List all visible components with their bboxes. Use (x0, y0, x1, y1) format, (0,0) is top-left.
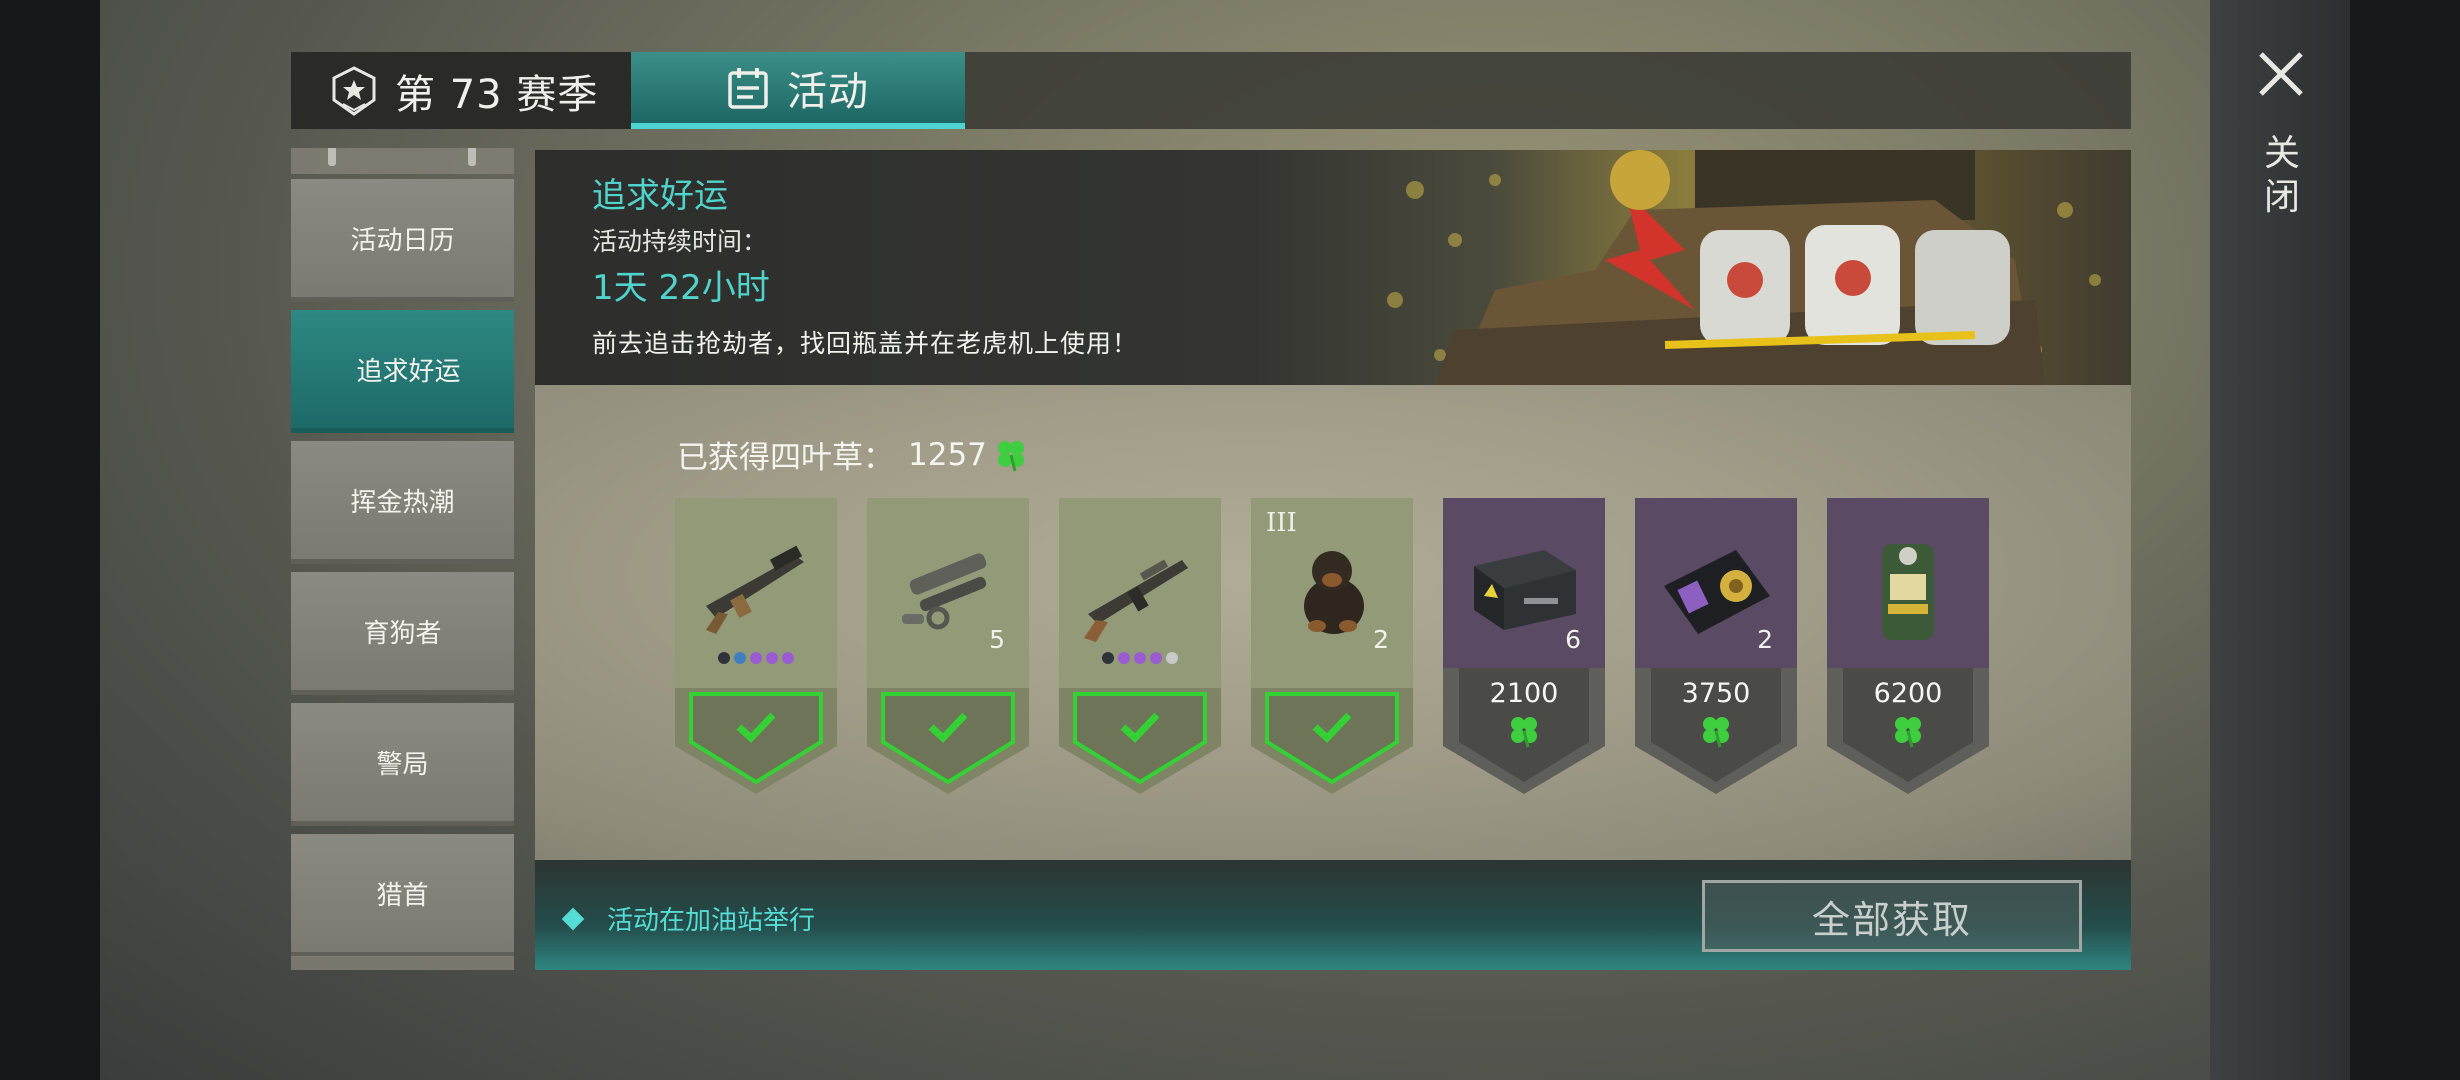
four-leaf-clover-icon (997, 440, 1024, 471)
diamond-bullet-icon (561, 907, 585, 930)
event-description: 前去追击抢劫者，找回瓶盖并在老虎机上使用！ (592, 329, 1139, 358)
reward-price: 3750 (1681, 678, 1751, 709)
sidebar-item-dog-breeder[interactable]: 育狗者 (291, 572, 514, 695)
season-badge-icon (332, 65, 376, 116)
sidebar-item-spending-spree[interactable]: 挥金热潮 (291, 441, 514, 564)
rarity-dots (1059, 652, 1221, 664)
event-title: 追求好运 (592, 176, 728, 216)
sidebar-item-pursue-luck[interactable]: 追求好运 (291, 310, 514, 433)
sidebar-item-headhunter[interactable]: 猎首 (291, 834, 514, 957)
close-icon (2259, 52, 2303, 96)
scroll-pin (468, 148, 476, 166)
event-sidebar[interactable]: 活动日历 追求好运 挥金热潮 育狗者 警局 猎首 (291, 148, 514, 970)
reward-card[interactable]: 5 (867, 498, 1029, 794)
claimed-checkmark-icon (1120, 712, 1160, 743)
reward-quantity: 5 (989, 625, 1005, 654)
reward-card[interactable]: 6 2100 (1443, 498, 1605, 794)
tab-activity[interactable]: 活动 (631, 52, 965, 129)
assault-rifle-icon (1084, 559, 1188, 642)
close-button[interactable] (2255, 48, 2307, 100)
reward-card[interactable] (675, 498, 837, 794)
clover-counter: 已获得四叶草： 1257 (677, 432, 1029, 477)
reward-price: 6200 (1873, 678, 1943, 709)
calendar-icon (728, 67, 768, 109)
sidebar-bottom-edge (291, 956, 514, 970)
scroll-pin (328, 148, 336, 166)
location-note: 活动在加油站举行 (561, 900, 816, 937)
sidebar-top-edge (291, 148, 514, 174)
sidebar-item-calendar[interactable]: 活动日历 (291, 179, 514, 302)
clover-counter-label: 已获得四叶草： (677, 440, 894, 476)
rarity-dots (675, 652, 837, 664)
four-leaf-clover-icon (1511, 717, 1537, 748)
rifle-silencer-icon (706, 545, 804, 634)
screen-edge (2350, 0, 2460, 1080)
reward-card[interactable]: III 2 (1251, 498, 1413, 794)
slot-machine-icon (1882, 544, 1934, 640)
reward-card[interactable]: 6200 (1827, 498, 1989, 794)
reward-quantity: 6 (1565, 625, 1581, 654)
duration-label: 活动持续时间： (592, 227, 768, 256)
reward-price: 2100 (1489, 678, 1559, 709)
close-label[interactable]: 关闭 (2262, 132, 2302, 220)
claimed-checkmark-icon (1312, 712, 1352, 743)
claim-all-button[interactable]: 全部获取 (1702, 880, 2082, 952)
top-tab-bar: 第 73 赛季 活动 (291, 52, 2131, 129)
reward-quantity: 2 (1373, 625, 1389, 654)
reward-quantity: 2 (1757, 625, 1773, 654)
duration-value: 1天 22小时 (592, 268, 770, 308)
four-leaf-clover-icon (1895, 717, 1921, 748)
tab-activity-label: 活动 (787, 68, 869, 115)
location-note-text: 活动在加油站举行 (607, 906, 816, 936)
tab-season[interactable]: 第 73 赛季 (291, 52, 631, 129)
reward-card[interactable] (1059, 498, 1221, 794)
four-leaf-clover-icon (1703, 717, 1729, 748)
reward-card[interactable]: 2 3750 (1635, 498, 1797, 794)
clover-counter-value: 1257 (908, 436, 987, 473)
claimed-checkmark-icon (928, 712, 968, 743)
claimed-checkmark-icon (736, 712, 776, 743)
sidebar-item-police-station[interactable]: 警局 (291, 703, 514, 826)
tab-season-label: 第 73 赛季 (395, 71, 599, 118)
